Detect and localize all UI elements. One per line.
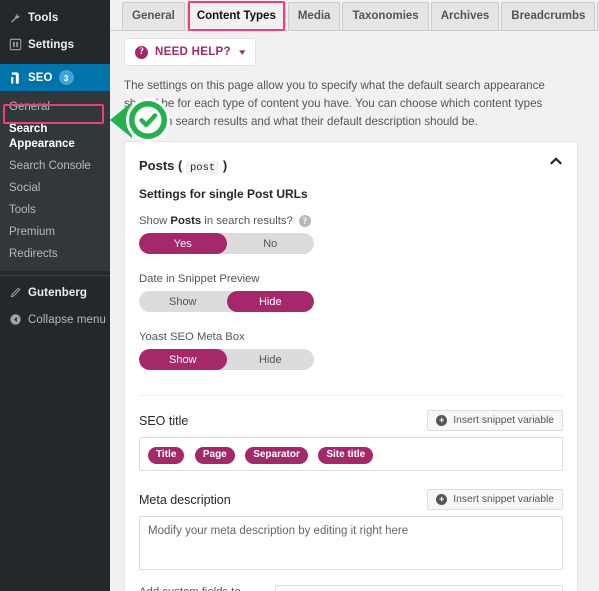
panel-title: Posts ( post ) xyxy=(139,158,563,175)
tab-media[interactable]: Media xyxy=(287,2,341,30)
collapse-arrow-icon xyxy=(9,313,28,326)
sidebar-item-label: Collapse menu xyxy=(28,313,107,326)
need-help-label: NEED HELP? xyxy=(155,46,231,58)
snippet-pill-site-title[interactable]: Site title xyxy=(318,447,374,464)
tab-content-types[interactable]: Content Types xyxy=(186,1,286,31)
sidebar-item-premium[interactable]: Premium xyxy=(0,221,110,243)
custom-fields-input[interactable] xyxy=(275,585,563,591)
panel-title-suffix: ) xyxy=(222,158,228,173)
tab-label: General xyxy=(132,10,175,22)
sidebar-item-label: Tools xyxy=(28,11,59,24)
meta-description-label: Meta description xyxy=(139,493,231,507)
insert-snippet-variable-button-description[interactable]: + Insert snippet variable xyxy=(427,489,563,510)
sidebar-item-collapse-menu[interactable]: Collapse menu xyxy=(0,306,110,333)
tab-label: Content Types xyxy=(196,10,276,22)
seo-title-header: SEO title + Insert snippet variable xyxy=(139,410,563,431)
label-prefix: Yoast SEO Meta Box xyxy=(139,331,245,343)
tab-general[interactable]: General xyxy=(122,2,185,30)
panel-title-slug: post xyxy=(185,161,220,175)
date-snippet-toggle[interactable]: Show Hide xyxy=(139,291,314,312)
label-prefix: Date in Snippet Preview xyxy=(139,273,260,285)
sidebar-item-label: Gutenberg xyxy=(28,286,88,299)
snippet-pill-separator[interactable]: Separator xyxy=(245,447,308,464)
admin-sidebar: Tools Settings SEO 3 General Search Appe… xyxy=(0,0,118,591)
wordpress-admin-screen: Tools Settings SEO 3 General Search Appe… xyxy=(0,0,599,591)
pencil-icon xyxy=(9,286,28,299)
metabox-toggle[interactable]: Show Hide xyxy=(139,349,314,370)
toggle-option-show[interactable]: Show xyxy=(139,291,227,312)
settings-tab-bar: General Content Types Media Taxonomies A… xyxy=(110,0,599,31)
sidebar-item-tools[interactable]: Tools xyxy=(0,4,110,31)
tab-breadcrumbs[interactable]: Breadcrumbs xyxy=(501,2,596,30)
sidebar-divider xyxy=(0,275,110,276)
metabox-label: Yoast SEO Meta Box xyxy=(139,331,563,343)
yoast-logo-icon xyxy=(9,71,28,85)
tab-label: Taxonomies xyxy=(352,10,419,22)
seo-title-editor[interactable]: Title Page Separator Site title xyxy=(139,437,563,471)
sidebar-item-search-console[interactable]: Search Console xyxy=(0,155,110,177)
toggle-option-hide[interactable]: Hide xyxy=(226,291,314,312)
date-snippet-label: Date in Snippet Preview xyxy=(139,273,563,285)
tab-label: Media xyxy=(297,10,331,22)
page-description: The settings on this page allow you to s… xyxy=(124,79,545,128)
seo-title-label: SEO title xyxy=(139,414,189,428)
need-help-row: ? NEED HELP? ▾ xyxy=(110,38,599,66)
seo-notification-badge: 3 xyxy=(58,70,74,85)
snippet-pill-title[interactable]: Title xyxy=(148,447,185,464)
panel-title-prefix: Posts ( xyxy=(139,158,183,173)
meta-description-editor[interactable]: Modify your meta description by editing … xyxy=(139,516,563,570)
label-prefix: Show xyxy=(139,215,171,227)
show-posts-label: Show Posts in search results? ? xyxy=(139,215,563,227)
insert-snippet-variable-button-title[interactable]: + Insert snippet variable xyxy=(427,410,563,431)
insert-button-label: Insert snippet variable xyxy=(453,415,554,426)
sidebar-item-label: Settings xyxy=(28,38,75,51)
snippet-pill-page[interactable]: Page xyxy=(194,447,235,464)
sidebar-item-seo[interactable]: SEO 3 xyxy=(0,64,118,91)
plus-circle-icon: + xyxy=(436,415,448,426)
wrench-icon xyxy=(9,11,28,24)
section-divider xyxy=(139,395,563,396)
help-icon[interactable]: ? xyxy=(298,215,311,227)
sidebar-bottom-group: Gutenberg Collapse menu xyxy=(0,279,110,333)
toggle-option-hide[interactable]: Hide xyxy=(227,349,315,370)
need-help-button[interactable]: ? NEED HELP? ▾ xyxy=(124,38,257,66)
toggle-option-no[interactable]: No xyxy=(227,233,315,254)
custom-fields-row: Add custom fields to page analysis: xyxy=(139,585,563,591)
tab-label: Archives xyxy=(440,10,490,22)
show-posts-toggle[interactable]: Yes No xyxy=(139,233,314,254)
sidebar-item-gutenberg[interactable]: Gutenberg xyxy=(0,279,110,306)
question-mark-icon: ? xyxy=(135,45,148,59)
toggle-option-show[interactable]: Show xyxy=(139,349,227,370)
sidebar-item-label: SEO xyxy=(28,71,53,84)
sidebar-item-social[interactable]: Social xyxy=(0,177,110,199)
tab-label: Breadcrumbs xyxy=(511,10,586,22)
plus-circle-icon: + xyxy=(436,494,448,505)
sidebar-item-tools-seo[interactable]: Tools xyxy=(0,199,110,221)
tab-taxonomies[interactable]: Taxonomies xyxy=(342,2,429,30)
tab-archives[interactable]: Archives xyxy=(430,2,500,30)
chevron-down-icon: ▾ xyxy=(238,46,246,57)
chevron-up-icon[interactable] xyxy=(545,150,567,172)
sliders-icon xyxy=(9,38,28,51)
sidebar-item-general[interactable]: General xyxy=(0,96,110,118)
main-content: General Content Types Media Taxonomies A… xyxy=(110,0,599,591)
meta-description-header: Meta description + Insert snippet variab… xyxy=(139,489,563,510)
label-bold: Posts xyxy=(170,215,202,227)
seo-submenu: General Search Appearance Search Console… xyxy=(0,91,110,271)
panel-subheading: Settings for single Post URLs xyxy=(139,187,308,201)
insert-button-label: Insert snippet variable xyxy=(453,494,554,505)
toggle-option-yes[interactable]: Yes xyxy=(139,233,227,254)
sidebar-item-settings[interactable]: Settings xyxy=(0,31,110,58)
sidebar-item-redirects[interactable]: Redirects xyxy=(0,243,110,265)
custom-fields-label: Add custom fields to page analysis: xyxy=(139,585,267,591)
sidebar-item-search-appearance[interactable]: Search Appearance xyxy=(0,118,110,155)
sidebar-top-group: Tools Settings xyxy=(0,0,110,58)
meta-description-value: Modify your meta description by editing … xyxy=(148,525,409,537)
label-suffix: in search results? xyxy=(201,215,293,227)
post-type-settings-panel: Posts ( post ) Settings for single Post … xyxy=(124,141,578,591)
